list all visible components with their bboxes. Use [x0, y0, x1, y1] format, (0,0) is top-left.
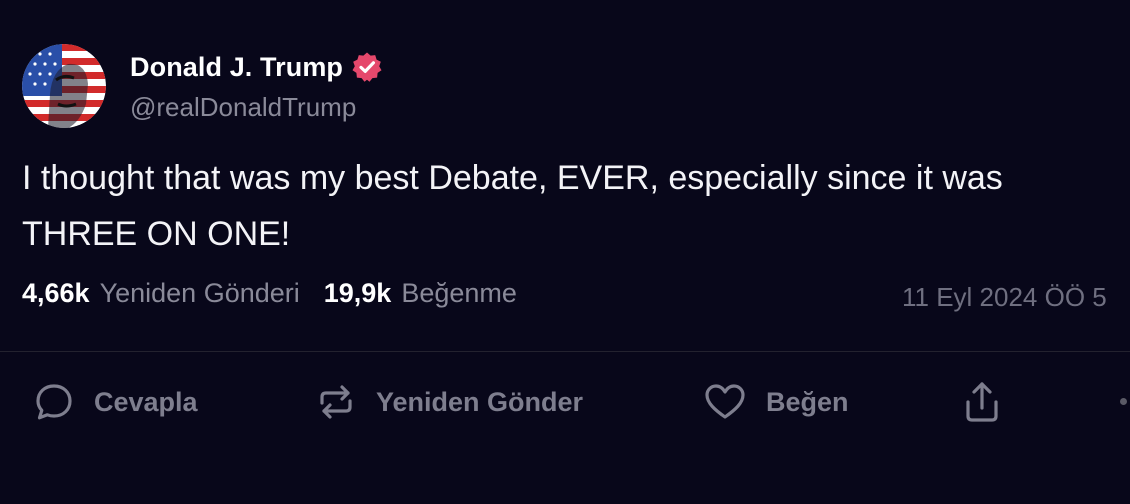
- repost-icon: [316, 382, 356, 422]
- likes-label[interactable]: Beğenme: [401, 278, 517, 309]
- avatar[interactable]: [22, 44, 106, 128]
- post-header: Donald J. Trump @realDonaldTrump: [22, 44, 383, 128]
- post-stats: 4,66k Yeniden Gönderi 19,9k Beğenme: [22, 278, 517, 309]
- like-button[interactable]: Beğen: [704, 380, 849, 424]
- author-info: Donald J. Trump @realDonaldTrump: [130, 50, 383, 123]
- reposts-label[interactable]: Yeniden Gönderi: [100, 278, 300, 309]
- verified-badge-icon: [351, 51, 383, 83]
- reply-icon: [34, 382, 74, 422]
- post-text-line: I thought that was my best Debate, EVER,…: [22, 159, 1003, 197]
- reply-label: Cevapla: [94, 386, 198, 417]
- share-icon: [962, 380, 1002, 424]
- heart-icon: [704, 382, 746, 422]
- user-handle[interactable]: @realDonaldTrump: [130, 92, 383, 123]
- post-body: I thought that was my best Debate, EVER,…: [22, 150, 1130, 262]
- display-name[interactable]: Donald J. Trump: [130, 52, 343, 83]
- post-text-line: THREE ON ONE!: [22, 215, 291, 253]
- name-row: Donald J. Trump: [130, 50, 383, 84]
- share-button[interactable]: [962, 380, 1002, 424]
- repost-label: Yeniden Gönder: [376, 386, 584, 417]
- post-timestamp[interactable]: 11 Eyl 2024 ÖÖ 5: [902, 282, 1107, 313]
- reposts-count[interactable]: 4,66k: [22, 278, 90, 309]
- like-label: Beğen: [766, 386, 849, 417]
- more-options-icon[interactable]: [1120, 398, 1127, 405]
- repost-button[interactable]: Yeniden Gönder: [316, 380, 583, 424]
- reply-button[interactable]: Cevapla: [34, 380, 198, 424]
- likes-count[interactable]: 19,9k: [324, 278, 392, 309]
- divider: [0, 351, 1130, 352]
